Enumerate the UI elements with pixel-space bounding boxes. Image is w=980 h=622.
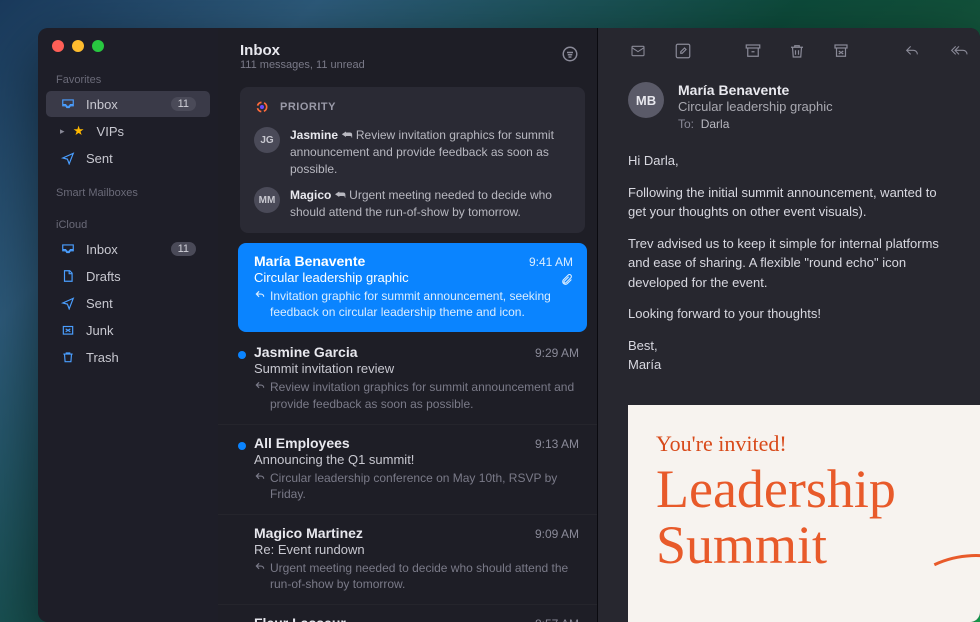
maximize-window-button[interactable] [92,40,104,52]
reply-all-icon[interactable] [948,42,970,60]
priority-label: PRIORITY [280,101,336,113]
message-sender: Magico Martinez [254,525,363,541]
message-sender: Fleur Lasseur [254,615,346,622]
sidebar-item-label: Sent [86,296,196,311]
invitation-graphic: You're invited! Leadership Summit [628,405,980,622]
invite-title: Leadership Summit [656,461,952,574]
message-time: 9:29 AM [535,346,579,360]
message-time: 9:41 AM [529,255,573,269]
icloud-item-trash[interactable]: Trash [46,344,210,370]
unread-badge: 11 [171,97,196,111]
filter-icon[interactable] [561,45,579,68]
priority-text: Jasmine ⮪ Review invitation graphics for… [290,127,571,177]
favorites-item-vips[interactable]: ▸★VIPs [46,118,210,144]
message-subject: Summit invitation review [254,361,579,376]
email-paragraph: Hi Darla, [628,151,956,171]
sidebar-item-label: Inbox [86,242,161,257]
email-paragraph: Trev advised us to keep it simple for in… [628,234,956,293]
reading-pane: MB María Benavente Circular leadership g… [598,28,980,622]
icloud-item-sent[interactable]: Sent [46,290,210,316]
icloud-header: iCloud [38,215,218,235]
icloud-item-junk[interactable]: Junk [46,317,210,343]
list-subtitle: 111 messages, 11 unread [240,59,365,71]
message-row[interactable]: Magico Martinez 9:09 AMRe: Event rundown U… [218,515,597,605]
message-time: 9:13 AM [535,437,579,451]
trash-icon[interactable] [788,42,806,60]
message-sender: María Benavente [254,253,365,269]
sender-avatar: MB [628,82,664,118]
avatar: JG [254,127,280,153]
message-preview: Urgent meeting needed to decide who shou… [254,560,579,592]
compose-icon[interactable] [674,42,692,60]
message-time: 9:09 AM [535,527,579,541]
favorites-item-sent[interactable]: Sent [46,145,210,171]
message-row[interactable]: All Employees 9:13 AMAnnouncing the Q1 su… [218,425,597,515]
message-row[interactable]: María Benavente 9:41 AMCircular leadershi… [238,243,587,332]
email-header: MB María Benavente Circular leadership g… [598,74,980,145]
email-paragraph: Best,María [628,336,956,375]
favorites-item-inbox[interactable]: Inbox 11 [46,91,210,117]
email-subject: Circular leadership graphic [678,99,833,114]
email-paragraph: Looking forward to your thoughts! [628,304,956,324]
sidebar-item-label: Trash [86,350,196,365]
message-sender: Jasmine Garcia [254,344,358,360]
sidebar-item-label: VIPs [97,124,196,139]
close-window-button[interactable] [52,40,64,52]
message-subject: Circular leadership graphic [254,270,573,285]
invite-subtitle: You're invited! [656,431,952,457]
message-preview: Circular leadership conference on May 10… [254,470,579,502]
sent-icon [60,150,76,166]
message-row[interactable]: Jasmine Garcia 9:29 AMSummit invitation r… [218,334,597,424]
reader-toolbar [598,28,980,74]
message-subject: Re: Event rundown [254,542,579,557]
junk-icon [60,322,76,338]
favorites-header: Favorites [38,70,218,90]
message-time: 8:57 AM [535,617,579,622]
attachment-icon [560,273,573,292]
smart-mailboxes-header: Smart Mailboxes [38,183,218,203]
email-to: To: Darla [678,117,833,131]
reply-icon[interactable] [902,42,922,60]
inbox-icon [60,241,76,257]
priority-section: PRIORITY JG Jasmine ⮪ Review invitation g… [240,87,585,233]
envelope-icon[interactable] [628,42,648,60]
priority-icon [254,99,270,115]
priority-text: Magico ⮪ Urgent meeting needed to decide… [290,187,571,221]
sidebar-item-label: Drafts [86,269,196,284]
icloud-item-inbox[interactable]: Inbox 11 [46,236,210,262]
list-title: Inbox [240,42,365,59]
message-preview: Invitation graphic for summit announceme… [254,288,573,320]
archive-icon[interactable] [744,42,762,60]
message-sender: All Employees [254,435,350,451]
email-body: Hi Darla, Following the initial summit an… [598,145,980,405]
window-controls [38,40,218,70]
message-subject: Announcing the Q1 summit! [254,452,579,467]
junk-icon[interactable] [832,42,850,60]
message-row[interactable]: Fleur Lasseur8:57 AMStrategy deck v5Meet… [218,605,597,622]
priority-item[interactable]: JG Jasmine ⮪ Review invitation graphics f… [254,127,571,177]
unread-dot [238,442,246,450]
message-preview: Review invitation graphics for summit an… [254,379,579,411]
sent-icon [60,295,76,311]
email-paragraph: Following the initial summit announcemen… [628,183,956,222]
unread-dot [238,351,246,359]
icloud-item-drafts[interactable]: Drafts [46,263,210,289]
sidebar-item-label: Inbox [86,97,161,112]
sidebar-item-label: Junk [86,323,196,338]
email-from: María Benavente [678,82,833,98]
drafts-icon [60,268,76,284]
minimize-window-button[interactable] [72,40,84,52]
unread-badge: 11 [171,242,196,256]
trash-icon [60,349,76,365]
message-list: Inbox 111 messages, 11 unread PRIORITY J… [218,28,598,622]
sidebar: Favorites Inbox11▸★VIPsSent Smart Mailbo… [38,28,218,622]
avatar: MM [254,187,280,213]
star-icon: ★ [71,123,87,139]
sidebar-item-label: Sent [86,151,196,166]
inbox-icon [60,96,76,112]
message-scroll[interactable]: María Benavente9:41 AMCircular leadershi… [218,243,597,622]
priority-item[interactable]: MM Magico ⮪ Urgent meeting needed to deci… [254,187,571,221]
